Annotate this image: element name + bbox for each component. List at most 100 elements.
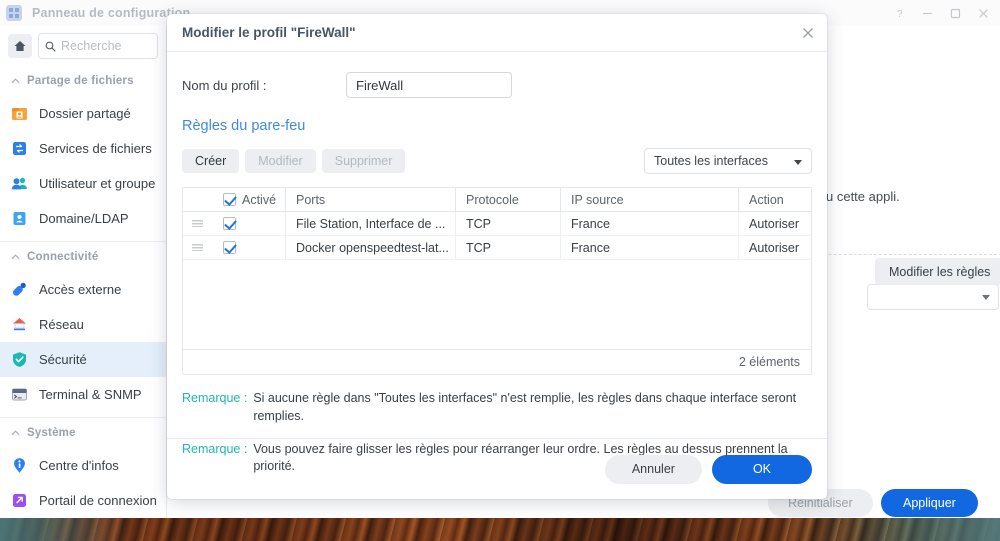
sidebar-item-utilisateur-et-groupe[interactable]: Utilisateur et groupe <box>0 166 166 201</box>
row-enabled-checkbox[interactable] <box>223 241 236 254</box>
maximize-icon[interactable] <box>942 0 968 26</box>
row-drag-handle[interactable] <box>183 244 211 251</box>
close-icon[interactable] <box>789 14 827 52</box>
sidebar-item-label: Sécurité <box>39 352 87 367</box>
sidebar-item-services-de-fichiers[interactable]: Services de fichiers <box>0 131 166 166</box>
folder-icon <box>10 104 29 123</box>
sidebar-item-dossier-partage[interactable]: Dossier partagé <box>0 96 166 131</box>
row-protocol-value: TCP <box>466 240 491 255</box>
chevron-up-icon <box>11 78 20 84</box>
row-source-ip-cell: France <box>561 235 739 260</box>
home-icon[interactable] <box>8 34 32 58</box>
row-ports-value: File Station, Interface de ... <box>296 216 446 231</box>
row-drag-handle[interactable] <box>183 220 211 227</box>
profile-name-label: Nom du profil : <box>182 77 267 93</box>
control-panel-window: Panneau de configuration ? Recherche Par… <box>0 0 1000 518</box>
row-enabled-cell <box>211 211 286 236</box>
profile-name-input[interactable] <box>346 72 512 98</box>
items-count: 2 éléments <box>738 355 800 369</box>
row-protocol-cell: TCP <box>456 211 561 236</box>
file-service-icon <box>10 139 29 158</box>
nav-group-connectivite[interactable]: Connectivité <box>0 242 166 272</box>
search-box[interactable] <box>38 33 158 59</box>
interface-select[interactable]: Toutes les interfaces <box>644 148 812 174</box>
nav-group-systeme[interactable]: Système <box>0 418 166 448</box>
create-rule-button[interactable]: Créer <box>182 149 240 173</box>
header-enabled-cell[interactable]: Activé <box>211 187 286 212</box>
sidebar-item-label: Réseau <box>39 317 84 332</box>
sidebar-item-label: Services de fichiers <box>39 141 152 156</box>
dialog-body: Nom du profil : Règles du pare-feu Créer… <box>167 66 827 476</box>
rules-toolbar: Créer Modifier Supprimer Toutes les inte… <box>182 148 812 174</box>
apply-button[interactable]: Appliquer <box>881 489 978 517</box>
users-icon <box>10 174 29 193</box>
row-action-value: Autoriser <box>749 216 800 231</box>
profile-name-row: Nom du profil : <box>182 66 812 104</box>
remark-text: Si aucune règle dans "Toutes les interfa… <box>253 391 797 423</box>
edit-profile-dialog: Modifier le profil "FireWall" Nom du pro… <box>167 14 827 499</box>
header-label-action: Action <box>749 192 784 207</box>
dialog-header: Modifier le profil "FireWall" <box>167 14 827 52</box>
sidebar-item-domaine-ldap[interactable]: Domaine/LDAP <box>0 201 166 236</box>
domain-icon <box>10 209 29 228</box>
row-ports-value: Docker openspeedtest-lat... <box>296 240 449 255</box>
remark-1: Remarque : Si aucune règle dans "Toutes … <box>182 390 812 426</box>
search-input[interactable] <box>61 39 151 53</box>
chevron-down-icon <box>982 295 990 300</box>
ok-button[interactable]: OK <box>711 454 812 484</box>
table-row[interactable]: File Station, Interface de ... TCP Franc… <box>183 211 811 236</box>
sidebar-item-portail-de-connexion[interactable]: Portail de connexion <box>0 483 166 518</box>
rules-table: Activé Ports Protocole IP source Action <box>182 187 812 375</box>
header-label-protocol: Protocole <box>466 192 519 207</box>
sidebar-item-acces-externe[interactable]: Accès externe <box>0 272 166 307</box>
row-ports-cell: File Station, Interface de ... <box>286 211 456 236</box>
row-protocol-cell: TCP <box>456 235 561 260</box>
header-action-cell[interactable]: Action <box>739 188 811 212</box>
row-enabled-cell <box>211 235 286 260</box>
nav-group-label: Partage de fichiers <box>27 75 134 87</box>
row-action-cell: Autoriser <box>739 236 811 260</box>
delete-rule-button[interactable]: Supprimer <box>321 149 406 173</box>
sidebar-item-label: Portail de connexion <box>39 493 157 508</box>
nav-group-label: Système <box>27 427 76 439</box>
row-enabled-checkbox[interactable] <box>223 217 236 230</box>
modify-rule-button[interactable]: Modifier <box>245 149 316 173</box>
interface-select-value: Toutes les interfaces <box>654 154 768 168</box>
minimize-icon[interactable] <box>914 0 940 26</box>
close-icon[interactable] <box>970 0 996 26</box>
dialog-title: Modifier le profil "FireWall" <box>182 25 356 40</box>
sidebar-item-label: Utilisateur et groupe <box>39 176 156 191</box>
svg-text:?: ? <box>897 9 903 19</box>
sidebar-search-bar <box>0 26 166 66</box>
table-row[interactable]: Docker openspeedtest-lat... TCP France A… <box>183 235 811 260</box>
sidebar-item-label: Dossier partagé <box>39 106 131 121</box>
help-icon[interactable]: ? <box>886 0 912 26</box>
sidebar: Partage de fichiers Dossier partagé <box>0 26 167 518</box>
external-access-icon <box>10 280 29 299</box>
sidebar-item-label: Centre d'infos <box>39 458 119 473</box>
sidebar-item-centre-d-infos[interactable]: Centre d'infos <box>0 448 166 483</box>
cancel-button[interactable]: Annuler <box>604 454 702 484</box>
row-source-ip-value: France <box>571 216 610 231</box>
sidebar-item-terminal-snmp[interactable]: Terminal & SNMP <box>0 377 166 412</box>
edit-rules-button[interactable]: Modifier les règles <box>875 258 1000 285</box>
sidebar-item-securite[interactable]: Sécurité <box>0 342 166 377</box>
login-portal-icon <box>10 491 29 510</box>
table-footer: 2 éléments <box>183 349 811 374</box>
window-controls: ? <box>886 0 996 26</box>
network-icon <box>10 315 29 334</box>
header-ports-cell[interactable]: Ports <box>286 187 456 212</box>
info-icon <box>10 456 29 475</box>
sidebar-item-reseau[interactable]: Réseau <box>0 307 166 342</box>
app-logo-icon <box>6 5 22 21</box>
row-protocol-value: TCP <box>466 216 491 231</box>
background-select[interactable] <box>867 284 999 310</box>
select-all-checkbox[interactable] <box>223 193 236 206</box>
firewall-rules-heading: Règles du pare-feu <box>182 118 306 134</box>
shield-icon <box>10 350 29 369</box>
header-source-ip-cell[interactable]: IP source <box>561 187 739 212</box>
chevron-down-icon <box>794 160 802 165</box>
nav-group-partage-de-fichiers[interactable]: Partage de fichiers <box>0 66 166 96</box>
header-protocol-cell[interactable]: Protocole <box>456 187 561 212</box>
dialog-footer: Annuler OK <box>167 438 827 499</box>
